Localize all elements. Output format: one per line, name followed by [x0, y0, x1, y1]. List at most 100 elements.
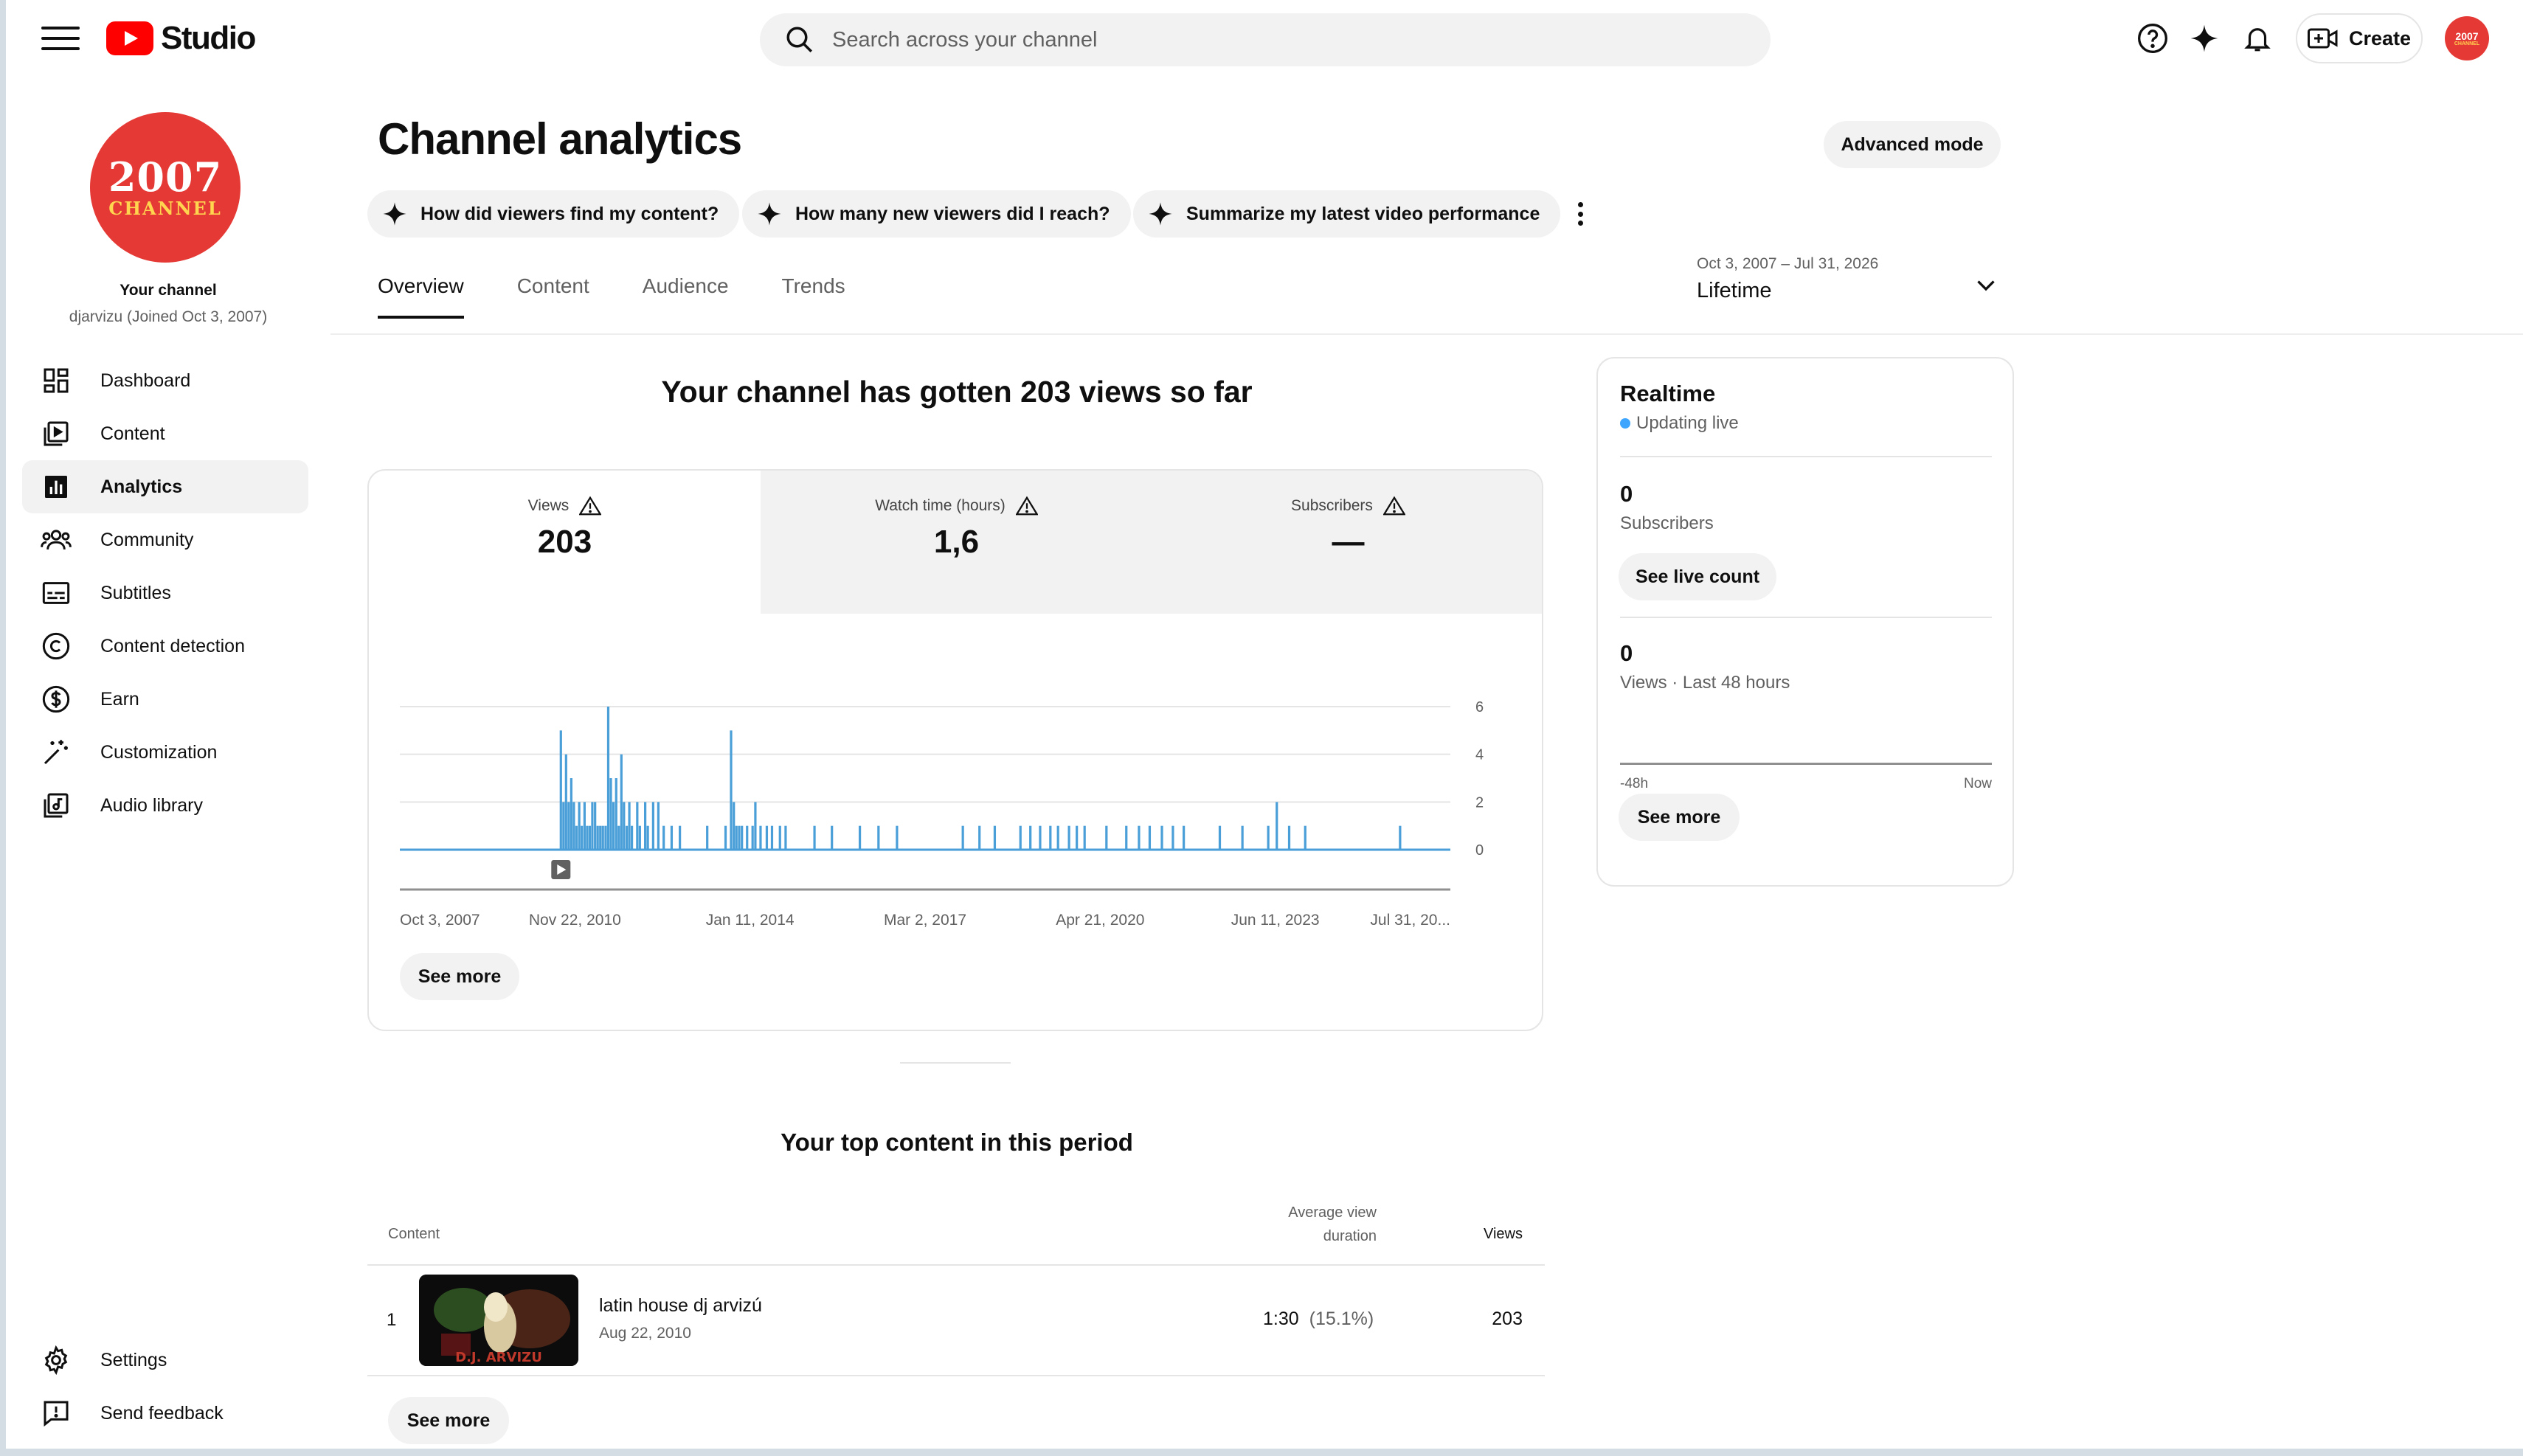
- chart-bar: [583, 802, 586, 850]
- suggestion-chip-viewers-find[interactable]: How did viewers find my content?: [367, 190, 740, 238]
- avatar-text-year: 2007: [2455, 30, 2479, 42]
- chart-bar: [586, 825, 589, 850]
- sidebar-item-analytics[interactable]: Analytics: [22, 460, 308, 513]
- sidebar-item-audio-library[interactable]: Audio library: [22, 779, 308, 832]
- see-live-count-button[interactable]: See live count: [1619, 553, 1776, 600]
- realtime-see-more-button[interactable]: See more: [1619, 794, 1740, 841]
- chart-bar: [628, 802, 631, 850]
- chart-see-more-button[interactable]: See more: [400, 953, 519, 1000]
- chart-bar: [625, 825, 629, 850]
- video-thumbnail[interactable]: D.J. ARVIZU: [419, 1275, 578, 1366]
- metric-tab-watch-time[interactable]: Watch time (hours) 1,6: [761, 471, 1152, 614]
- sidebar-bottom-nav: Settings Send feedback: [22, 1334, 308, 1440]
- video-thumbnail-image: D.J. ARVIZU: [419, 1275, 578, 1366]
- top-content-see-more-button[interactable]: See more: [388, 1397, 509, 1444]
- sidebar-item-subtitles[interactable]: Subtitles: [22, 566, 308, 620]
- search-bar[interactable]: [760, 13, 1771, 66]
- y-tick-label: 4: [1475, 747, 1484, 763]
- realtime-divider: [1620, 617, 1992, 618]
- chart-bar: [617, 825, 620, 850]
- sidebar-item-label: Send feedback: [100, 1402, 224, 1424]
- metric-value: 203: [537, 524, 592, 560]
- search-input[interactable]: [831, 27, 1719, 53]
- tab-overview[interactable]: Overview: [378, 274, 464, 319]
- chart-bar: [1056, 825, 1059, 850]
- chart-bar: [784, 825, 787, 850]
- sparkle-icon[interactable]: [2185, 19, 2223, 58]
- menu-icon[interactable]: [41, 22, 80, 55]
- sidebar-item-customization[interactable]: Customization: [22, 726, 308, 779]
- chart-bar: [831, 825, 834, 850]
- channel-handle: djarvizu (Joined Oct 3, 2007): [69, 308, 268, 325]
- chart-bar: [733, 802, 736, 850]
- create-button[interactable]: Create: [2296, 13, 2423, 63]
- search-icon[interactable]: [779, 19, 820, 60]
- chart-bar: [623, 802, 626, 850]
- suggestion-chip-new-viewers[interactable]: How many new viewers did I reach?: [742, 190, 1131, 238]
- warning-icon[interactable]: [1015, 496, 1038, 516]
- sidebar-item-label: Subtitles: [100, 582, 171, 603]
- tab-content[interactable]: Content: [517, 274, 589, 319]
- chart-bar: [636, 802, 639, 850]
- metric-tab-subscribers[interactable]: Subscribers —: [1152, 471, 1542, 614]
- chart-bar: [1138, 825, 1141, 850]
- sidebar-nav: Dashboard Content Analytics Community Su…: [22, 354, 308, 832]
- advanced-mode-button[interactable]: Advanced mode: [1824, 121, 2001, 168]
- chart-bar: [754, 802, 757, 850]
- chart-bar: [1125, 825, 1128, 850]
- chart-bar: [562, 802, 565, 850]
- realtime-views-value: 0: [1620, 640, 1633, 666]
- metric-label: Views: [527, 497, 570, 514]
- chevron-down-icon: [1973, 271, 1999, 302]
- tab-trends[interactable]: Trends: [782, 274, 845, 319]
- sidebar-item-settings[interactable]: Settings: [22, 1334, 308, 1387]
- sidebar-item-content[interactable]: Content: [22, 407, 308, 460]
- warning-icon[interactable]: [1382, 496, 1405, 516]
- sidebar-item-label: Community: [100, 529, 194, 550]
- realtime-axis-end: Now: [1963, 776, 1992, 791]
- channel-avatar[interactable]: 2007 CHANNEL: [90, 112, 240, 263]
- chart-bar: [615, 778, 617, 850]
- account-avatar[interactable]: 2007 CHANNEL: [2445, 16, 2489, 60]
- col-header-views[interactable]: Views: [1449, 1226, 1523, 1243]
- sidebar-item-label: Customization: [100, 741, 218, 763]
- video-title-link[interactable]: latin house dj arvizú: [599, 1295, 762, 1317]
- chart-bar: [670, 825, 674, 850]
- sidebar-item-community[interactable]: Community: [22, 513, 308, 566]
- sidebar-item-dashboard[interactable]: Dashboard: [22, 354, 308, 407]
- date-range-dates: Oct 3, 2007 – Jul 31, 2026: [1697, 255, 1879, 272]
- avatar-text-channel: CHANNEL: [2454, 41, 2480, 46]
- suggestion-chip-summarize[interactable]: Summarize my latest video performance: [1133, 190, 1561, 238]
- chip-label: Summarize my latest video performance: [1186, 203, 1540, 224]
- sidebar-item-earn[interactable]: Earn: [22, 673, 308, 726]
- subtitles-icon: [37, 574, 75, 612]
- date-range-picker[interactable]: Oct 3, 2007 – Jul 31, 2026 Lifetime: [1697, 255, 1999, 317]
- chart-bar: [813, 825, 816, 850]
- chart-bar: [1076, 825, 1079, 850]
- col-header-avg-view-duration[interactable]: Average view duration: [1239, 1201, 1377, 1248]
- sparkle-icon: [383, 202, 406, 226]
- realtime-title: Realtime: [1620, 381, 1716, 406]
- chart-bar: [1287, 825, 1291, 850]
- warning-icon[interactable]: [579, 496, 602, 516]
- tab-audience[interactable]: Audience: [643, 274, 729, 319]
- more-options-icon[interactable]: [1570, 198, 1591, 230]
- chart-bar: [564, 754, 567, 850]
- chart-bar: [1218, 825, 1222, 850]
- channel-avatar-label: CHANNEL: [108, 198, 222, 219]
- chart-bar: [581, 825, 584, 850]
- chart-bar: [1241, 825, 1244, 850]
- studio-logo[interactable]: Studio: [106, 19, 256, 58]
- avg-view-duration: 1:30 (15.1%): [1263, 1308, 1374, 1330]
- chart-bar: [978, 825, 981, 850]
- chart-bar: [578, 802, 581, 850]
- x-tick-label: Jan 11, 2014: [706, 912, 795, 929]
- metric-tab-views[interactable]: Views 203: [369, 471, 761, 614]
- dashboard-icon: [37, 361, 75, 400]
- chart-bar: [572, 802, 575, 850]
- youtube-play-icon: [106, 21, 153, 55]
- notifications-bell-icon[interactable]: [2238, 19, 2277, 58]
- help-icon[interactable]: [2133, 19, 2172, 58]
- sidebar-item-content-detection[interactable]: Content detection: [22, 620, 308, 673]
- sidebar-item-send-feedback[interactable]: Send feedback: [22, 1387, 308, 1440]
